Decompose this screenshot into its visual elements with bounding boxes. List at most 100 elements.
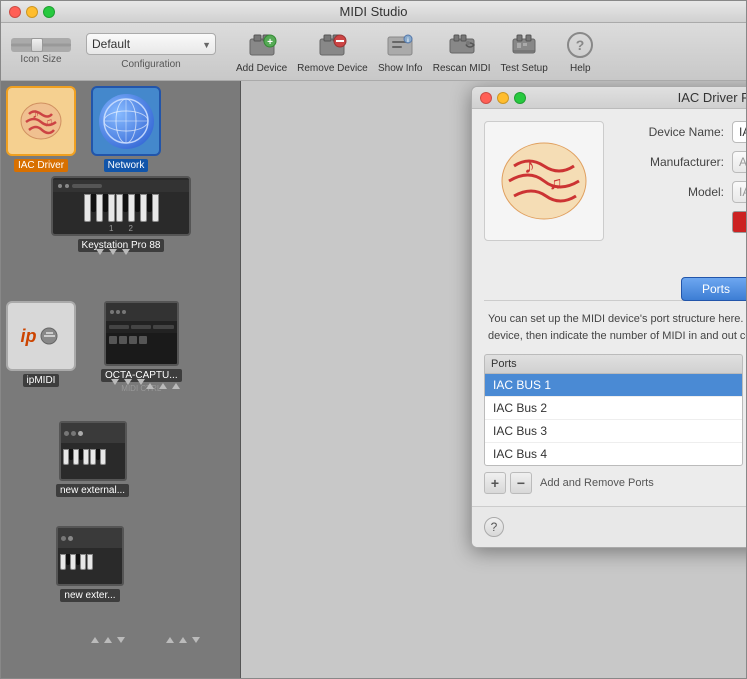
test-setup-tool[interactable]: Test Setup (501, 29, 548, 74)
model-select-wrap: IAC Driver ▼ (732, 181, 746, 203)
add-device-label: Add Device (236, 63, 287, 74)
network-label: Network (104, 159, 149, 172)
minimize-button[interactable] (26, 6, 38, 18)
help-button[interactable]: ? (484, 517, 504, 537)
properties-panel: IAC Driver Properties (471, 86, 746, 548)
svg-text:♫: ♫ (549, 173, 563, 193)
device-synth2[interactable]: new exter... (56, 526, 124, 602)
manufacturer-select[interactable]: Apple Inc. (732, 151, 746, 173)
octa-icon (104, 301, 179, 366)
svg-text:♪: ♪ (32, 105, 39, 121)
device-name-label: Device Name: (614, 125, 724, 139)
info-section: ♪ ♫ Device Name: (484, 121, 746, 241)
show-info-label: Show Info (378, 63, 422, 74)
add-device-tool[interactable]: + Add Device (236, 29, 287, 74)
svg-text:+: + (267, 37, 273, 48)
ports-toolbar: + − Add and Remove Ports (484, 472, 743, 494)
ports-list-section: Ports IAC BUS 1 IAC Bus 2 IAC Bus 3 IAC … (484, 354, 743, 494)
description-text: You can set up the MIDI device's port st… (484, 311, 746, 344)
color-online-row: ✓ Device is online (614, 211, 746, 233)
icon-size-slider[interactable] (11, 38, 71, 52)
ipmidi-label: ipMIDI (23, 374, 60, 387)
network-icon-wrap (91, 86, 161, 156)
add-port-button[interactable]: + (484, 472, 506, 494)
port-item-4[interactable]: IAC Bus 4 (485, 443, 742, 465)
octa-arrows-up (146, 383, 180, 389)
remove-device-tool[interactable]: Remove Device (297, 29, 368, 74)
icon-size-label: Icon Size (20, 54, 61, 65)
configuration-section: Default ▼ Configuration (86, 33, 216, 70)
remove-port-button[interactable]: − (510, 472, 532, 494)
add-device-icon: + (246, 29, 278, 61)
manufacturer-row: Manufacturer: Apple Inc. ▼ (614, 151, 746, 173)
color-online-group: ✓ Device is online (732, 211, 746, 233)
ports-tab-bar: Ports (484, 277, 746, 301)
main-window: MIDI Studio Icon Size Default ▼ Configur… (0, 0, 747, 679)
content-area: ♪ ♫ IAC Driver (1, 81, 746, 678)
maximize-button[interactable] (43, 6, 55, 18)
svg-text:?: ? (576, 37, 585, 53)
panel-max-button[interactable] (514, 92, 526, 104)
add-remove-ports-label: Add and Remove Ports (540, 477, 654, 489)
icon-size-section: Icon Size (11, 38, 71, 65)
color-swatch[interactable] (732, 211, 746, 233)
manufacturer-select-wrap: Apple Inc. ▼ (732, 151, 746, 173)
help-label: Help (570, 63, 591, 74)
device-name-input[interactable] (732, 121, 746, 143)
close-button[interactable] (9, 6, 21, 18)
window-title: MIDI Studio (340, 4, 408, 19)
less-info-row: Less Information (484, 251, 746, 269)
device-ipmidi[interactable]: ip ipMIDI (6, 301, 76, 387)
rescan-midi-tool[interactable]: Rescan MIDI (433, 29, 491, 74)
remove-device-icon (316, 29, 348, 61)
octa-arrows (111, 379, 145, 385)
device-keystation[interactable]: 1 2 Keystation Pro 88 (51, 176, 191, 252)
device-network[interactable]: Network (91, 86, 161, 172)
test-setup-label: Test Setup (501, 63, 548, 74)
help-icon: ? (564, 29, 596, 61)
ports-list-header: Ports (484, 354, 743, 373)
rescan-midi-label: Rescan MIDI (433, 63, 491, 74)
panel-tb-buttons (480, 92, 526, 104)
iac-driver-icon: ♪ ♫ (6, 86, 76, 156)
panel-titlebar: IAC Driver Properties (472, 87, 746, 109)
configuration-select[interactable]: Default (86, 33, 216, 55)
svg-text:♫: ♫ (44, 115, 53, 129)
title-bar: MIDI Studio (1, 1, 746, 23)
model-select[interactable]: IAC Driver (732, 181, 746, 203)
manufacturer-label: Manufacturer: (614, 155, 724, 169)
device-name-row: Device Name: (614, 121, 746, 143)
title-bar-buttons (9, 6, 55, 18)
network-icon (99, 94, 154, 149)
synth1-label: new external... (56, 484, 129, 497)
device-iac-driver[interactable]: ♪ ♫ IAC Driver (6, 86, 76, 172)
ports-connectors-area: Ports IAC BUS 1 IAC Bus 2 IAC Bus 3 IAC … (484, 354, 746, 494)
panel-min-button[interactable] (497, 92, 509, 104)
help-tool[interactable]: ? Help (558, 29, 603, 74)
synth2-icon (56, 526, 124, 586)
ipmidi-icon: ip (6, 301, 76, 371)
port-item-1[interactable]: IAC BUS 1 (485, 374, 742, 397)
rescan-midi-icon (446, 29, 478, 61)
configuration-select-container: Default ▼ (86, 33, 216, 57)
show-info-tool[interactable]: i Show Info (378, 29, 423, 74)
fields-section: Device Name: Manufacturer: Apple Inc. (614, 121, 746, 241)
bottom-arrows (91, 637, 125, 643)
ports-list: IAC BUS 1 IAC Bus 2 IAC Bus 3 IAC Bus 4 (484, 373, 743, 466)
toolbar: Icon Size Default ▼ Configuration + (1, 23, 746, 81)
port-item-2[interactable]: IAC Bus 2 (485, 397, 742, 420)
device-synth1[interactable]: new external... (56, 421, 129, 497)
synth1-icon (59, 421, 127, 481)
test-setup-icon (508, 29, 540, 61)
iac-driver-label: IAC Driver (14, 159, 68, 172)
panel-title: IAC Driver Properties (526, 90, 746, 105)
ports-tab-button[interactable]: Ports (681, 277, 746, 301)
bottom-arrows2 (166, 637, 200, 643)
studio-canvas: ♪ ♫ IAC Driver (1, 81, 241, 678)
model-row: Model: IAC Driver ▼ (614, 181, 746, 203)
port-item-3[interactable]: IAC Bus 3 (485, 420, 742, 443)
panel-body: ♪ ♫ Device Name: (472, 109, 746, 506)
keystation-icon: 1 2 (51, 176, 191, 236)
panel-close-button[interactable] (480, 92, 492, 104)
configuration-label: Configuration (121, 59, 180, 70)
